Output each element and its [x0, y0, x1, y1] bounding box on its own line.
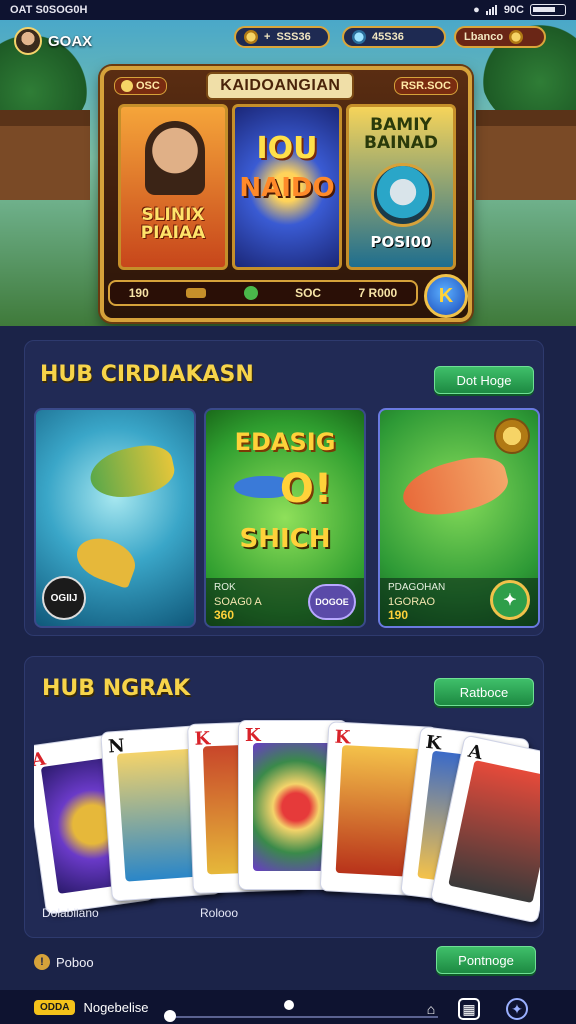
- lobby-button[interactable]: Lbanco: [454, 26, 546, 48]
- slot-mini-right: RSR.SOC: [393, 77, 458, 95]
- status-bar: OAT S0SOG0H ● 90C: [0, 0, 576, 20]
- slot-machine[interactable]: OSC KAIDOANGIAN RSR.SOC SLINIX PIAIAA IO…: [100, 66, 472, 322]
- slot-header: OSC KAIDOANGIAN RSR.SOC: [114, 72, 458, 100]
- info-link[interactable]: ! Poboo: [34, 954, 94, 970]
- tile-1-badge: OGIIJ: [42, 576, 86, 620]
- page-indicator: [284, 1000, 294, 1010]
- slot-title: KAIDOANGIAN: [206, 72, 355, 100]
- reel-1-label: SLINIX PIAIAA: [140, 205, 206, 243]
- avatar[interactable]: [14, 27, 42, 55]
- coin-icon: [244, 30, 258, 44]
- hero-banner: GOAX + SSS36 45S36 Lbanco OSC KAIDOANGIA…: [0, 20, 576, 326]
- seal-emblem: [371, 163, 435, 227]
- cards-label-right: Rolooo: [200, 906, 239, 920]
- coin-icon: [494, 418, 530, 454]
- gem-balance[interactable]: 45S36: [342, 26, 446, 48]
- scroll-track[interactable]: [170, 1016, 438, 1018]
- tile-2-title-top: EDASIG: [234, 428, 336, 456]
- win-value: 7 R000: [358, 286, 398, 300]
- section-1-more-button[interactable]: Dot Hoge: [434, 366, 534, 394]
- tile-2-title-bottom: SHICH: [239, 524, 331, 554]
- tile-3-play-button[interactable]: ✦: [490, 580, 530, 620]
- coin-amount: SSS36: [276, 31, 311, 43]
- coin-icon: [509, 30, 524, 44]
- gem-icon: [352, 30, 366, 44]
- reel-2-label-top: IOU: [256, 131, 318, 166]
- line-value: SOC: [295, 286, 322, 300]
- alert-icon: ●: [473, 4, 480, 16]
- reel-2-label-bottom: NAIDO: [239, 173, 335, 203]
- signal-icon: [485, 5, 498, 15]
- home-icon[interactable]: ⌂: [420, 998, 442, 1020]
- cards-label-left: Dolabiiano: [42, 906, 99, 920]
- profile-name: GOAX: [48, 32, 93, 50]
- profile-chip[interactable]: GOAX: [14, 27, 92, 55]
- nav-label[interactable]: Nogebelise: [83, 1000, 148, 1015]
- section-2-more-button[interactable]: Ratboce: [434, 678, 534, 706]
- bet-value: 190: [128, 286, 149, 300]
- game-tile-2[interactable]: EDASIG O! SHICH ROK SOAG0 A 360 DOGOE: [204, 408, 366, 628]
- slot-bet-bar: 190 SOC 7 R000: [108, 280, 418, 306]
- section-2-title: HUB NGRAK: [42, 676, 191, 701]
- coin-balance[interactable]: + SSS36: [234, 26, 330, 48]
- gem-amount: 45S36: [372, 31, 404, 43]
- game-tile-3[interactable]: PDAGOHAN 1GORAO 190 ✦: [378, 408, 540, 628]
- reel-3-label-bottom: POSI00: [370, 233, 432, 251]
- hut-decoration: [0, 110, 90, 200]
- fish-tail-art: [70, 530, 142, 590]
- fish-art: [85, 439, 179, 505]
- bet-indicator-icon: [243, 286, 258, 300]
- lobby-label: Lbanco: [464, 31, 504, 43]
- plus-icon: +: [264, 31, 271, 43]
- reel-2: IOU NAIDO: [232, 104, 342, 270]
- status-left-text: OAT S0SOG0H: [10, 4, 88, 16]
- info-icon: !: [34, 954, 50, 970]
- battery-level: 90C: [503, 4, 524, 16]
- footer-button[interactable]: Pontnoge: [436, 946, 536, 974]
- tile-2-play-button[interactable]: DOGOE: [308, 584, 356, 620]
- reel-3-label-top: BAMIY BAINAD: [364, 115, 438, 153]
- scroll-knob[interactable]: [164, 1010, 176, 1022]
- spin-button[interactable]: K: [424, 274, 468, 318]
- reel-3: BAMIY BAINAD POSI00: [346, 104, 456, 270]
- cards-showcase: A N K K K K A: [34, 718, 540, 932]
- reel-1: SLINIX PIAIAA: [118, 104, 228, 270]
- tile-2-title-mid: O!: [279, 466, 333, 512]
- hut-decoration: [476, 110, 576, 200]
- nav-chip[interactable]: ODDA: [34, 999, 76, 1015]
- grid-icon[interactable]: ▦: [458, 998, 480, 1020]
- compass-icon[interactable]: ✦: [506, 998, 528, 1020]
- lever-icon: [186, 288, 207, 298]
- game-tile-1[interactable]: OGIIJ: [34, 408, 196, 628]
- character-portrait: [145, 121, 205, 195]
- shark-art: [397, 449, 513, 525]
- battery-icon: [530, 4, 566, 16]
- slot-mini-left: OSC: [114, 76, 167, 96]
- info-label: Poboo: [56, 954, 94, 970]
- section-1-title: HUB CIRDIAKASN: [40, 362, 254, 387]
